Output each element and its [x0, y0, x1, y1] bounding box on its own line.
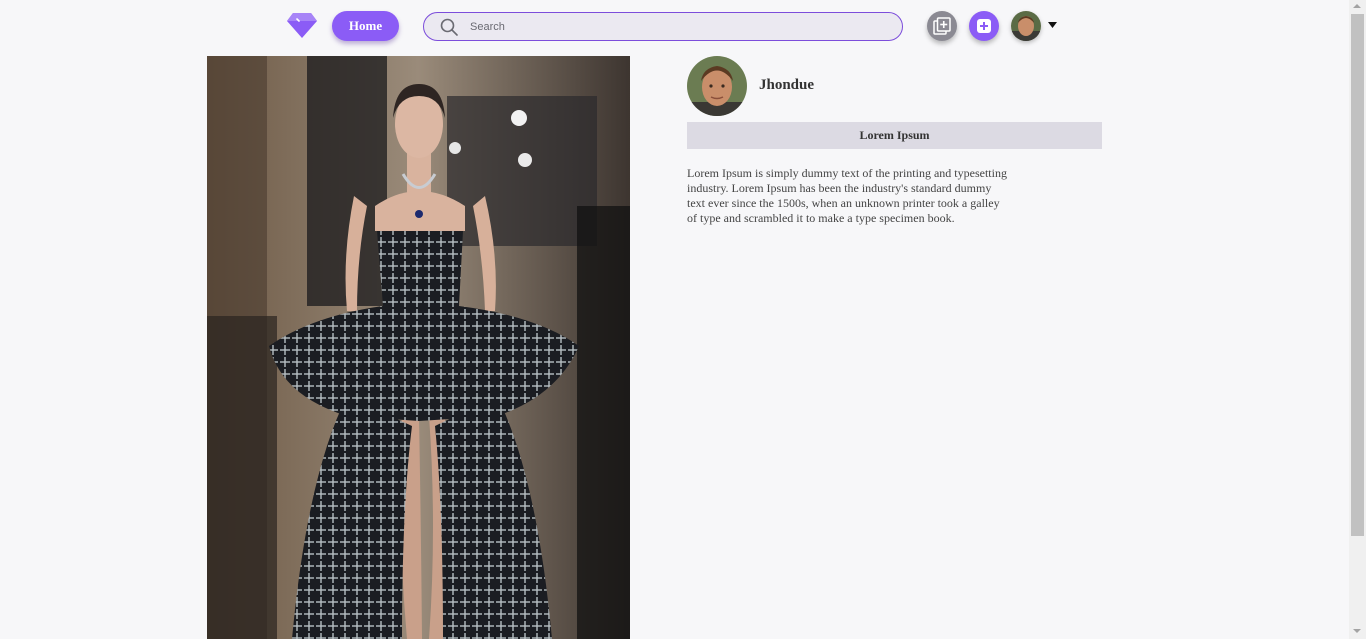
gallery-add-icon: [933, 17, 951, 35]
post-description: Lorem Ipsum is simply dummy text of the …: [687, 166, 1007, 225]
author-avatar-image: [687, 56, 747, 116]
gallery-add-button[interactable]: [927, 11, 957, 41]
scroll-up-arrow-icon[interactable]: [1353, 4, 1361, 8]
scroll-thumb[interactable]: [1351, 14, 1364, 536]
scroll-down-arrow-icon[interactable]: [1353, 629, 1361, 633]
add-post-button[interactable]: [969, 11, 999, 41]
search-input[interactable]: [470, 20, 902, 33]
plus-square-icon: [977, 19, 991, 33]
caret-down-icon[interactable]: [1048, 22, 1057, 28]
author-avatar[interactable]: [687, 56, 747, 116]
home-button[interactable]: Home: [332, 11, 399, 41]
search-bar[interactable]: [423, 12, 903, 41]
user-avatar[interactable]: [1011, 11, 1041, 41]
fashion-model-photo: [207, 56, 630, 639]
page-scrollbar[interactable]: [1349, 0, 1366, 639]
author-name[interactable]: Jhondue: [759, 77, 814, 94]
post-title-bar: Lorem Ipsum: [687, 122, 1102, 149]
avatar-image: [1011, 11, 1041, 41]
post-title: Lorem Ipsum: [859, 128, 930, 142]
search-icon: [440, 18, 458, 36]
diamond-icon[interactable]: [286, 11, 318, 39]
page: Home Search Jhondue Lorem Ipsum Lorem Ip…: [0, 0, 1366, 639]
